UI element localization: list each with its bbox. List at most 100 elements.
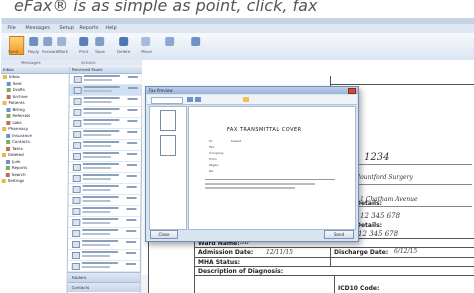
fax-pages-line (126, 164, 137, 166)
folder-icon (2, 75, 7, 79)
folder-label: Deleted (7, 152, 24, 157)
fax-list-item[interactable] (69, 85, 142, 96)
fax-list-item[interactable] (69, 118, 142, 129)
fax-list-item[interactable] (67, 261, 140, 272)
form-rule (330, 247, 331, 266)
fax-icon (73, 98, 82, 105)
fax-pages-line (125, 252, 136, 254)
fax-pages-line (127, 87, 138, 89)
fax-sender-line (82, 207, 119, 209)
caption-text: eFax® is as simple as point, click, fax (14, 0, 318, 15)
cover-field-label: From: (209, 157, 218, 161)
fax-date-line (83, 134, 112, 136)
fax-list-item[interactable] (68, 151, 142, 162)
folder-icon (6, 94, 11, 99)
fax-list-item[interactable] (68, 195, 141, 206)
mha-status-label: MHA Status: (198, 259, 241, 266)
form-rule (352, 184, 472, 185)
fax-pages-line (126, 186, 137, 188)
send-button[interactable]: Send (324, 230, 354, 239)
fax-list-item[interactable] (69, 74, 142, 85)
folder-label: Insurance (12, 132, 32, 138)
close-icon[interactable] (348, 88, 356, 94)
cover-field: Pages: (209, 163, 219, 167)
next-page-icon[interactable] (195, 97, 201, 102)
folders-nav-button[interactable]: Folders (67, 272, 140, 282)
print-icon[interactable] (79, 37, 89, 46)
reply-icon[interactable] (29, 37, 39, 46)
cover-text-line (205, 187, 295, 189)
folder-icon (1, 153, 7, 157)
close-button[interactable]: Close (150, 230, 178, 239)
cover-rule (205, 179, 335, 180)
menu-messages[interactable]: Messages (25, 25, 50, 31)
chart-icon[interactable] (191, 37, 201, 46)
fax-pages-line (126, 219, 137, 221)
save-icon[interactable] (95, 37, 105, 46)
menu-help[interactable]: Help (105, 25, 116, 31)
page-thumbnail-1[interactable] (160, 110, 176, 131)
folder-label: Billing (12, 106, 25, 112)
fax-date-line (82, 233, 111, 235)
admission-date-value: 12/11/15 (266, 249, 293, 256)
fax-list-panel: Received Faxes Folders Contacts (67, 67, 143, 293)
cover-field: From: (209, 157, 217, 161)
fax-date-line (83, 101, 112, 103)
fax-date-line (83, 112, 112, 114)
fax-pages-line (126, 241, 137, 243)
fax-list-item[interactable] (68, 239, 141, 250)
forward-icon[interactable] (43, 37, 53, 46)
zoom-icon[interactable] (243, 97, 249, 102)
fax-list-item[interactable] (68, 184, 141, 195)
menu-setup[interactable]: Setup (59, 25, 74, 31)
mark-icon[interactable] (57, 37, 67, 46)
fax-list-item[interactable] (69, 129, 142, 140)
fax-list-item[interactable] (68, 173, 141, 184)
cover-field: Company: (209, 151, 224, 155)
fax-list-item[interactable] (68, 162, 141, 173)
fax-sender-line (83, 108, 120, 110)
fax-sender-line (82, 240, 119, 242)
fax-pages-line (127, 76, 138, 78)
fax-date-line (82, 178, 111, 180)
folder-icon (2, 101, 7, 105)
fax-icon (73, 76, 82, 83)
folder-item[interactable]: Settings (0, 178, 68, 185)
contacts-nav-button[interactable]: Contacts (67, 282, 140, 292)
prev-page-icon[interactable] (187, 97, 193, 102)
folder-icon (6, 146, 11, 151)
fax-sender-line (83, 119, 120, 121)
delete-icon[interactable] (119, 37, 129, 46)
page-selector[interactable] (151, 97, 183, 104)
menu-file[interactable]: File (7, 25, 15, 31)
fax-sender-line (81, 251, 118, 253)
ribbon-label-forward: Forward (42, 49, 59, 54)
move-icon[interactable] (141, 37, 151, 46)
folder-label: Junk (11, 158, 21, 164)
fax-date-line (83, 79, 112, 81)
fax-list-item[interactable] (68, 228, 141, 239)
fax-list-item[interactable] (69, 96, 142, 107)
fax-page-preview: FAX TRANSMITTAL COVER To: Kuwait Fax: Compa… (188, 106, 356, 230)
fax-list-item[interactable] (69, 140, 142, 151)
fax-sender-line (82, 218, 119, 220)
hw-surgery: Mountford Surgery (354, 174, 413, 181)
export-icon[interactable] (165, 37, 175, 46)
fax-pages-line (127, 131, 138, 133)
fax-list-item[interactable] (68, 217, 141, 228)
folder-label: Archive (12, 93, 28, 99)
fax-pages-line (126, 197, 137, 199)
page-thumbnail-2[interactable] (160, 135, 176, 156)
menu-reports[interactable]: Reports (79, 25, 98, 31)
form-rule (352, 164, 472, 165)
folder-icon (2, 127, 7, 131)
fax-date-line (82, 156, 111, 158)
fax-list-item[interactable] (67, 250, 141, 261)
caption: eFax® is as simple as point, click, fax (0, 0, 474, 18)
fax-list-item[interactable] (69, 107, 142, 118)
fax-sender-line (81, 262, 118, 264)
fax-list-item[interactable] (68, 206, 141, 217)
fax-sender-line (83, 152, 120, 154)
cover-field-label: Re: (209, 169, 214, 173)
cover-title: FAX TRANSMITTAL COVER (227, 127, 302, 133)
